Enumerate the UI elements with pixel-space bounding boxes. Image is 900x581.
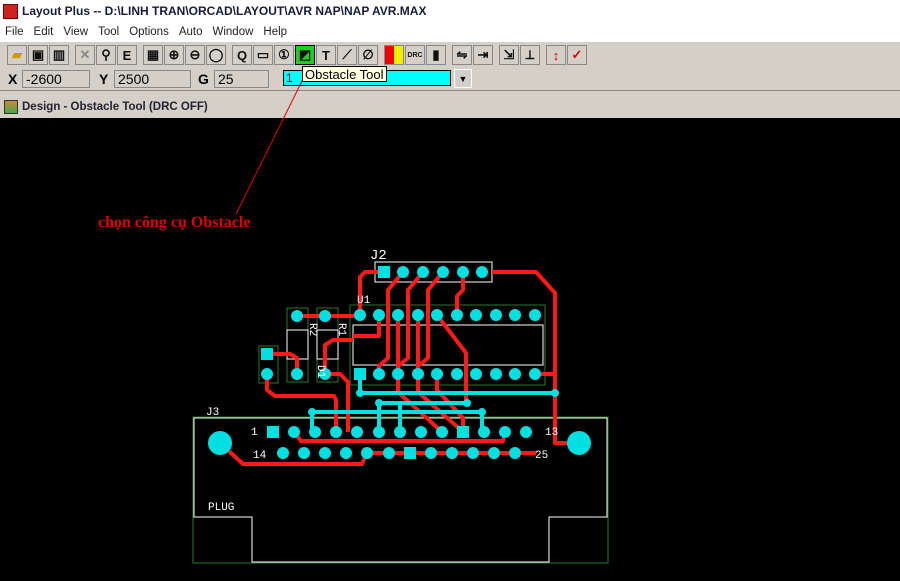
pad xyxy=(415,426,427,438)
pad xyxy=(470,309,482,321)
pad xyxy=(383,447,395,459)
pad xyxy=(404,447,416,459)
pad xyxy=(356,389,364,397)
pad xyxy=(431,368,443,380)
pad xyxy=(261,368,273,380)
pad xyxy=(509,368,521,380)
pad xyxy=(551,389,559,397)
pad xyxy=(437,266,449,278)
pad xyxy=(451,309,463,321)
pad xyxy=(436,426,448,438)
pad xyxy=(288,426,300,438)
d1-label: D1 xyxy=(314,365,326,379)
pad xyxy=(431,309,443,321)
pin25-label: 25 xyxy=(535,450,548,462)
pad xyxy=(361,447,373,459)
pad xyxy=(478,408,486,416)
pad xyxy=(373,368,385,380)
pad xyxy=(425,447,437,459)
pin13-label: 13 xyxy=(545,427,558,439)
pad xyxy=(478,426,490,438)
pad xyxy=(392,368,404,380)
u1-label: U1 xyxy=(357,295,371,307)
pad xyxy=(412,368,424,380)
tooltip: Obstacle Tool xyxy=(302,66,387,82)
pad xyxy=(490,368,502,380)
j2-label: J2 xyxy=(370,248,387,264)
pad xyxy=(476,266,488,278)
annotation-text: chọn công cụ Obstacle xyxy=(98,214,251,231)
pad xyxy=(319,447,331,459)
pad xyxy=(470,368,482,380)
pad xyxy=(499,426,511,438)
r2-label: R2 xyxy=(306,323,318,336)
pad xyxy=(298,447,310,459)
pad xyxy=(208,431,232,455)
j2-outline xyxy=(374,261,493,283)
pin14-label: 14 xyxy=(253,450,267,462)
pad xyxy=(309,426,321,438)
pad xyxy=(319,310,331,322)
pad xyxy=(351,426,363,438)
pad xyxy=(267,426,279,438)
pad xyxy=(457,426,469,438)
pad xyxy=(373,426,385,438)
pad xyxy=(291,310,303,322)
pad xyxy=(340,447,352,459)
pad xyxy=(397,266,409,278)
pad xyxy=(375,399,383,407)
pcb-layout: J2 U1 R2 R1 D1 J3 1 13 14 25 PLUG xyxy=(192,68,609,564)
pad xyxy=(291,368,303,380)
pad xyxy=(520,426,532,438)
pad xyxy=(490,309,502,321)
pad xyxy=(529,309,541,321)
pad xyxy=(378,266,390,278)
pad xyxy=(451,368,463,380)
pad xyxy=(354,368,366,380)
j3-label: J3 xyxy=(206,407,219,419)
pad xyxy=(392,309,404,321)
pad xyxy=(417,266,429,278)
r1-label: R1 xyxy=(335,323,347,337)
pad xyxy=(277,447,289,459)
pad xyxy=(467,447,479,459)
pad xyxy=(463,399,471,407)
pad xyxy=(412,309,424,321)
pad xyxy=(373,309,385,321)
pad xyxy=(488,447,500,459)
annotation-arrow xyxy=(235,68,309,215)
pad xyxy=(308,408,316,416)
pad xyxy=(354,309,366,321)
pad xyxy=(446,447,458,459)
pin1-label: 1 xyxy=(251,427,258,439)
pad xyxy=(509,447,521,459)
pad xyxy=(330,426,342,438)
pad xyxy=(567,431,591,455)
plug-label: PLUG xyxy=(208,502,234,514)
pad xyxy=(261,348,273,360)
pad xyxy=(457,266,469,278)
pad xyxy=(529,368,541,380)
pad xyxy=(509,309,521,321)
pad xyxy=(394,426,406,438)
